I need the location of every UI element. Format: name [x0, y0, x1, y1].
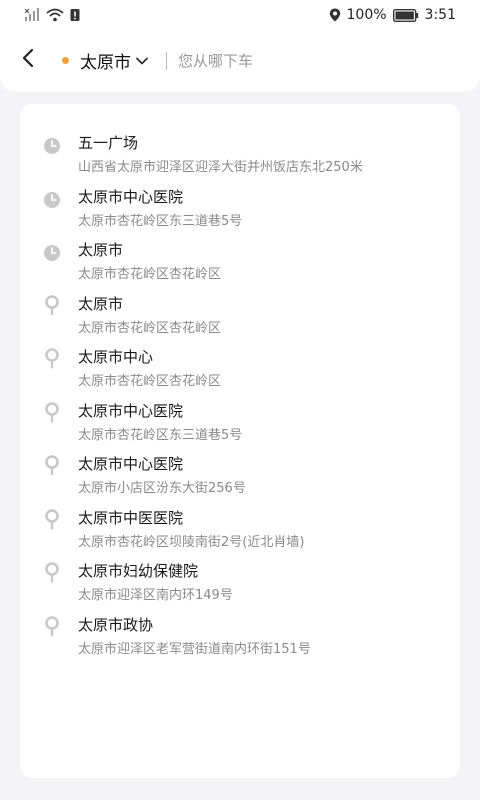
place-result-item[interactable]: 太原市 太原市杏花岭区杏花岭区 — [20, 277, 460, 336]
location-pin-icon — [42, 508, 62, 531]
place-result-item[interactable]: 太原市妇幼保健院 太原市迎泽区南内环149号 — [20, 544, 460, 603]
history-clock-icon — [42, 136, 62, 158]
signal-icon — [24, 8, 40, 22]
history-result-item[interactable]: 五一广场 山西省太原市迎泽区迎泽大街并州饭店东北250米 — [20, 116, 460, 175]
result-title: 太原市 — [78, 241, 124, 259]
result-title: 太原市妇幼保健院 — [78, 562, 199, 580]
history-clock-icon — [42, 243, 62, 265]
location-pin-icon — [42, 455, 62, 477]
status-bar: 100% 3:51 — [0, 0, 480, 30]
location-pin-icon — [42, 294, 62, 317]
back-button[interactable] — [14, 46, 42, 74]
result-title: 太原市中医医院 — [78, 508, 184, 527]
city-label: 太原市 — [80, 53, 131, 73]
header-divider — [166, 52, 167, 70]
result-title: 太原市 — [78, 294, 124, 313]
result-title: 五一广场 — [78, 134, 139, 152]
destination-search-input[interactable] — [178, 48, 458, 74]
alert-icon — [70, 8, 80, 22]
result-title: 太原市中心医院 — [78, 401, 184, 420]
city-selector[interactable]: 太原市 — [80, 48, 149, 73]
city-indicator-dot — [62, 57, 69, 64]
history-clock-icon — [42, 190, 62, 212]
result-title: 太原市中心医院 — [78, 455, 184, 473]
history-result-item[interactable]: 太原市中心医院 太原市杏花岭区东三道巷5号 — [20, 170, 460, 229]
result-title: 太原市中心 — [78, 348, 154, 366]
chevron-down-icon — [135, 51, 149, 70]
location-icon — [329, 8, 341, 22]
results-list: 五一广场 山西省太原市迎泽区迎泽大街并州饭店东北250米 太原市中心医院 太原市杏花岭… — [20, 104, 460, 778]
location-pin-icon — [42, 615, 62, 638]
place-result-item[interactable]: 太原市中心 太原市杏花岭区杏花岭区 — [20, 330, 460, 389]
battery-percent: 100% — [346, 7, 387, 23]
place-result-item[interactable]: 太原市中心医院 太原市杏花岭区东三道巷5号 — [20, 384, 460, 443]
location-pin-icon — [42, 348, 62, 370]
result-title: 太原市中心医院 — [78, 187, 184, 206]
clock: 3:51 — [424, 7, 456, 23]
location-pin-icon — [42, 562, 62, 584]
status-right: 100% 3:51 — [329, 7, 456, 23]
battery-icon — [392, 8, 419, 22]
search-header: 太原市 — [0, 30, 480, 92]
result-address: 太原市迎泽区老军营街道南内环街151号 — [78, 641, 311, 657]
history-result-item[interactable]: 太原市 太原市杏花岭区杏花岭区 — [20, 223, 460, 282]
place-result-item[interactable]: 太原市政协太原市迎泽区老军营街道南内环街151号 — [20, 598, 460, 657]
back-arrow-icon — [21, 48, 35, 72]
wifi-icon — [46, 8, 64, 22]
place-result-item[interactable]: 太原市中医医院 太原市杏花岭区坝陵南街2号(近北肖墙) — [20, 491, 460, 550]
status-left — [24, 8, 80, 22]
result-title: 太原市政协 — [78, 615, 154, 634]
place-result-item[interactable]: 太原市中心医院 太原市小店区汾东大街256号 — [20, 437, 460, 496]
location-pin-icon — [42, 401, 62, 424]
